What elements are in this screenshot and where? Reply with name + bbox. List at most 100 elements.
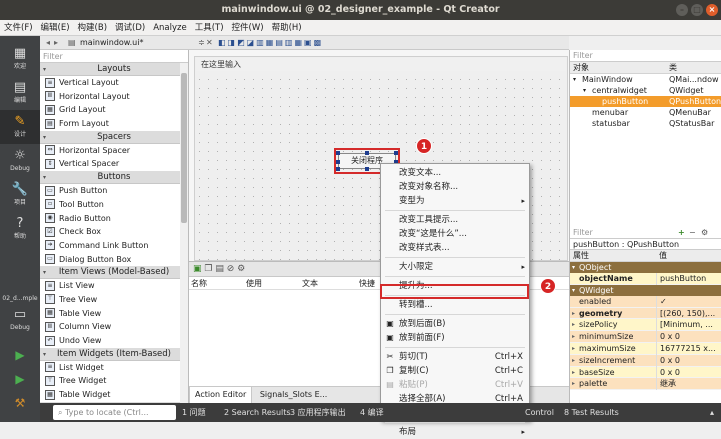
widget-item[interactable]: ▫Tool Button <box>40 198 188 212</box>
output-pane-app-output[interactable]: 3 应用程序输出 <box>290 403 346 422</box>
widget-filter-input[interactable]: Filter <box>40 50 188 63</box>
column-header[interactable]: 属性 <box>573 250 589 262</box>
expand-arrow-icon[interactable]: ▸ <box>572 378 575 390</box>
widget-item[interactable]: ≡List View <box>40 279 188 293</box>
maximize-button[interactable]: □ <box>691 4 703 16</box>
widget-item[interactable]: ⇕Vertical Spacer <box>40 157 188 171</box>
widget-item[interactable]: ≡List Widget <box>40 361 188 375</box>
property-row[interactable]: objectNamepushButton <box>570 273 721 285</box>
widget-item[interactable]: ◉Radio Button <box>40 212 188 226</box>
mode-1[interactable]: ▦欢迎 <box>0 42 40 76</box>
context-menu-item[interactable]: ▣放到后面(B) <box>381 317 529 331</box>
context-menu-item[interactable]: 改变“这是什么”... <box>381 227 529 241</box>
collapse-arrow-icon[interactable]: ▾ <box>572 285 575 296</box>
output-pane-compile[interactable]: 4 编译 <box>360 403 384 422</box>
nav-back-icon[interactable]: ◂ <box>46 36 50 50</box>
object-row[interactable]: ▾centralwidgetQWidget <box>570 85 721 96</box>
object-row[interactable]: statusbarQStatusBar <box>570 118 721 129</box>
widget-item[interactable]: ▦Table Widget <box>40 388 188 402</box>
context-menu-item[interactable]: 布局▸ <box>381 425 529 439</box>
configure-icon[interactable]: ⚙ <box>237 264 245 274</box>
debug-run-icon[interactable]: ▶ <box>0 372 40 386</box>
collapse-arrow-icon[interactable]: ▾ <box>572 262 575 273</box>
widget-box-scrollbar[interactable] <box>180 63 188 403</box>
property-value[interactable]: 16777215 x... <box>656 343 720 355</box>
category-header[interactable]: ▾Item Views (Model-Based) <box>40 266 188 279</box>
context-menu-item[interactable]: 改变样式表... <box>381 241 529 255</box>
tree-arrow-icon[interactable]: ▾ <box>583 85 586 96</box>
collapse-arrow-icon[interactable]: ▾ <box>43 348 46 361</box>
menu-item[interactable]: 控件(W) <box>228 20 268 36</box>
paste-action-icon[interactable]: ▤ <box>215 264 224 274</box>
form-menu-placeholder[interactable]: 在这里输入 <box>196 58 566 71</box>
category-header[interactable]: ▾Buttons <box>40 171 188 184</box>
widget-item[interactable]: ⊤Tree Widget <box>40 374 188 388</box>
menu-item[interactable]: 文件(F) <box>0 20 37 36</box>
widget-item[interactable]: ⇔Horizontal Spacer <box>40 144 188 158</box>
widget-item[interactable]: ▭Push Button <box>40 184 188 198</box>
output-pane-search[interactable]: 2 Search Results <box>224 403 291 422</box>
target-selector[interactable]: 02_d...mple▭Debug <box>0 294 40 340</box>
object-row[interactable]: ▾MainWindowQMai...ndow <box>570 74 721 85</box>
menu-item[interactable]: 调试(D) <box>111 20 149 36</box>
menu-item[interactable]: 工具(T) <box>191 20 228 36</box>
object-row[interactable]: pushButtonQPushButton <box>570 96 721 107</box>
split-icon[interactable]: ≑ <box>198 36 205 50</box>
tree-arrow-icon[interactable]: ▾ <box>573 74 576 85</box>
column-header[interactable]: 对象 <box>573 62 589 74</box>
mode-2[interactable]: ▤编辑 <box>0 76 40 110</box>
category-header[interactable]: ▾Layouts <box>40 63 188 76</box>
column-header[interactable]: 快捷 <box>359 277 375 290</box>
run-icon[interactable]: ▶ <box>0 348 40 362</box>
property-row[interactable]: ▸palette继承 <box>570 378 721 390</box>
menu-item[interactable]: 编辑(E) <box>37 20 74 36</box>
property-row[interactable]: enabled✓ <box>570 296 721 308</box>
widget-item[interactable]: ➔Command Link Button <box>40 239 188 253</box>
expand-arrow-icon[interactable]: ▸ <box>572 367 575 379</box>
property-row[interactable]: ▸sizeIncrement0 x 0 <box>570 355 721 367</box>
minimize-button[interactable]: – <box>676 4 688 16</box>
property-value[interactable]: 继承 <box>656 378 720 390</box>
expand-arrow-icon[interactable]: ▸ <box>572 343 575 355</box>
collapse-arrow-icon[interactable]: ▾ <box>43 266 46 279</box>
column-header[interactable]: 名称 <box>191 277 207 290</box>
mode-6[interactable]: ?帮助 <box>0 212 40 246</box>
property-filter-input[interactable]: Filter <box>573 226 593 239</box>
mode-4[interactable]: ☼Debug <box>0 144 40 178</box>
widget-item[interactable]: ▤Form Layout <box>40 117 188 131</box>
menu-item[interactable]: Analyze <box>149 20 191 36</box>
category-header[interactable]: ▾Spacers <box>40 131 188 144</box>
scroll-thumb[interactable] <box>181 73 187 223</box>
output-pane-issues[interactable]: 1 问题 <box>182 403 206 422</box>
property-row[interactable]: ▸minimumSize0 x 0 <box>570 331 721 343</box>
context-menu-item[interactable]: 大小限定▸ <box>381 260 529 274</box>
property-value[interactable]: pushButton <box>656 273 720 285</box>
output-pane-test-results[interactable]: 8 Test Results <box>564 403 619 422</box>
property-row[interactable]: ▸geometry[(260, 150),... <box>570 308 721 320</box>
object-row[interactable]: menubarQMenuBar <box>570 107 721 118</box>
context-menu-item[interactable]: 改变对象名称... <box>381 180 529 194</box>
widget-item[interactable]: ⅢHorizontal Layout <box>40 90 188 104</box>
column-header[interactable]: 值 <box>659 250 667 262</box>
expand-arrow-icon[interactable]: ▸ <box>572 319 575 331</box>
widget-item[interactable]: ▦Table View <box>40 307 188 321</box>
property-value[interactable]: [(260, 150),... <box>656 308 720 320</box>
mode-5[interactable]: 🔧项目 <box>0 178 40 212</box>
widget-item[interactable]: ≡Vertical Layout <box>40 76 188 90</box>
property-value[interactable]: [Minimum, ... <box>656 319 720 331</box>
mode-3[interactable]: ✎设计 <box>0 110 40 144</box>
column-header[interactable]: 类 <box>669 62 677 74</box>
property-value[interactable]: ✓ <box>656 296 720 308</box>
collapse-arrow-icon[interactable]: ▾ <box>43 171 46 184</box>
configure-icon[interactable]: ⚙ <box>701 226 708 239</box>
delete-action-icon[interactable]: ⊘ <box>227 264 235 274</box>
close-doc-icon[interactable]: ✕ <box>206 36 213 50</box>
menu-item[interactable]: 构建(B) <box>74 20 111 36</box>
output-pane-control[interactable]: Control <box>525 403 554 422</box>
column-header[interactable]: 使用 <box>246 277 262 290</box>
context-menu-item[interactable]: ▣放到前面(F) <box>381 331 529 345</box>
widget-item[interactable]: ☑Check Box <box>40 225 188 239</box>
collapse-arrow-icon[interactable]: ▾ <box>43 63 46 76</box>
expand-arrow-icon[interactable]: ▸ <box>572 355 575 367</box>
property-row[interactable]: ▸baseSize0 x 0 <box>570 367 721 379</box>
